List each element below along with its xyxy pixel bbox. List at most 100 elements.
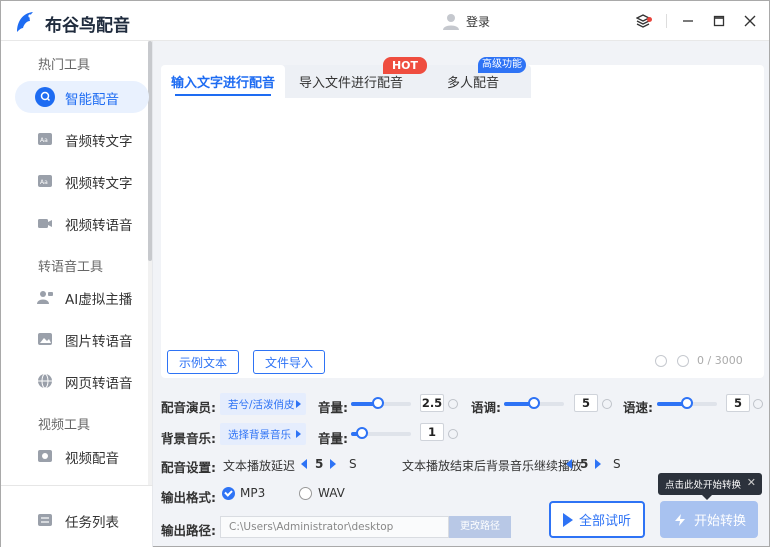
bgm-volume-slider[interactable]: [351, 427, 411, 439]
pitch-label: 语调:: [471, 400, 501, 415]
title-bar: 布谷鸟配音 登录: [1, 1, 769, 41]
pitch-slider[interactable]: [504, 397, 564, 409]
play-icon: [562, 512, 573, 527]
globe-icon: [38, 373, 52, 389]
mp3-radio[interactable]: [222, 487, 235, 500]
tab-input-text[interactable]: 输入文字进行配音: [161, 65, 285, 98]
avatar-host-icon: [37, 291, 53, 304]
clear-text-icon[interactable]: [655, 355, 667, 367]
sidebar-item-label: AI虚拟主播: [65, 292, 133, 308]
speed-value[interactable]: 5: [726, 394, 750, 412]
bgm-volume-value[interactable]: 1: [420, 423, 444, 441]
continue-unit: S: [613, 457, 621, 471]
slider-knob[interactable]: [528, 397, 540, 409]
voice-volume-value[interactable]: 2.5: [420, 394, 444, 412]
sidebar-item-video-to-text[interactable]: Aa 视频转文字: [15, 165, 149, 197]
sidebar-item-label: 网页转语音: [65, 376, 133, 392]
voice-volume-slider[interactable]: [351, 397, 411, 409]
delay-unit: S: [349, 457, 357, 471]
layers-button[interactable]: [633, 11, 653, 31]
hot-badge: HOT: [383, 57, 427, 74]
example-text-button[interactable]: 示例文本: [167, 350, 239, 374]
convert-icon: [674, 513, 685, 526]
section-label-speech-tools: 转语音工具: [38, 260, 104, 275]
sidebar-item-label: 任务列表: [65, 515, 119, 531]
reset-pitch-icon[interactable]: [602, 399, 612, 409]
format-text-icon[interactable]: [677, 355, 689, 367]
sidebar-item-video-dubbing[interactable]: 视频配音: [15, 440, 149, 472]
video-dub-icon: [38, 450, 52, 462]
file-import-button[interactable]: 文件导入: [253, 350, 325, 374]
sidebar-item-web-to-speech[interactable]: 网页转语音: [15, 365, 149, 397]
tooltip-close-icon[interactable]: ✕: [747, 476, 756, 489]
reset-volume-icon[interactable]: [448, 399, 458, 409]
notification-dot: [647, 17, 652, 22]
sidebar-item-smart-dubbing[interactable]: 智能配音: [15, 81, 149, 113]
speed-label: 语速:: [623, 400, 653, 415]
speed-slider[interactable]: [657, 397, 717, 409]
sidebar-item-audio-to-text[interactable]: Aa 音频转文字: [15, 123, 149, 155]
login-button[interactable]: 登录: [442, 12, 490, 30]
voice-actor-value: 若兮/活泼俏皮: [228, 398, 295, 411]
continue-decrease-icon[interactable]: [566, 459, 572, 469]
maximize-icon: [713, 15, 725, 27]
start-convert-button[interactable]: 开始转换: [660, 501, 758, 538]
app-window: 布谷鸟配音 登录 热门工具 智能配音 Aa 音频转文字 Aa 视频转文字 视频转…: [0, 0, 770, 547]
close-button[interactable]: [740, 11, 760, 31]
titlebar-separator: [666, 14, 667, 28]
sidebar-item-label: 视频转文字: [65, 176, 133, 192]
sidebar-divider: [1, 485, 153, 486]
bgm-select[interactable]: 选择背景音乐: [220, 423, 306, 445]
bgm-label: 背景音乐:: [161, 431, 216, 446]
sidebar-item-task-list[interactable]: 任务列表: [15, 504, 149, 536]
continue-increase-icon[interactable]: [595, 459, 601, 469]
delay-label: 文本播放延迟: [223, 459, 296, 473]
caret-right-icon: [296, 400, 301, 408]
caret-right-icon: [296, 430, 301, 438]
slider-knob[interactable]: [355, 427, 368, 439]
voice-actor-select[interactable]: 若兮/活泼俏皮: [220, 393, 306, 415]
mp3-label[interactable]: MP3: [240, 486, 265, 500]
reset-speed-icon[interactable]: [753, 399, 763, 409]
sidebar-item-video-to-speech[interactable]: 视频转语音: [15, 207, 149, 239]
sidebar-item-label: 视频配音: [65, 451, 119, 467]
section-label-video-tools: 视频工具: [38, 418, 91, 433]
voice-actor-label: 配音演员:: [161, 400, 216, 415]
listen-all-label: 全部试听: [578, 514, 631, 529]
bgm-continue-label: 文本播放结束后背景音乐继续播放: [402, 459, 583, 473]
minimize-button[interactable]: [678, 11, 698, 31]
section-label-hot-tools: 热门工具: [38, 58, 91, 73]
wav-radio[interactable]: [299, 487, 312, 500]
listen-all-button[interactable]: 全部试听: [549, 501, 645, 538]
slider-knob[interactable]: [681, 397, 693, 409]
change-path-button[interactable]: 更改路径: [449, 516, 511, 538]
advanced-badge: 高级功能: [478, 57, 526, 73]
sidebar-item-label: 音频转文字: [65, 134, 133, 150]
video-text-icon: Aa: [38, 175, 52, 187]
wav-label[interactable]: WAV: [318, 486, 345, 500]
output-path-input[interactable]: [220, 516, 449, 538]
pitch-value[interactable]: 5: [574, 394, 598, 412]
maximize-button[interactable]: [709, 11, 729, 31]
start-tooltip: 点击此处开始转换 ✕: [658, 473, 762, 500]
delay-value: 5: [315, 457, 324, 471]
sidebar: 热门工具 智能配音 Aa 音频转文字 Aa 视频转文字 视频转语音 转语音工具 …: [1, 41, 153, 547]
sidebar-item-image-to-speech[interactable]: 图片转语音: [15, 323, 149, 355]
svg-text:Aa: Aa: [40, 179, 48, 186]
voice-volume-label: 音量:: [318, 400, 348, 415]
slider-knob[interactable]: [372, 397, 384, 409]
dubbing-text-input[interactable]: [167, 105, 757, 345]
svg-text:Aa: Aa: [40, 137, 48, 144]
delay-decrease-icon[interactable]: [301, 459, 307, 469]
delay-increase-icon[interactable]: [330, 459, 336, 469]
mic-bubble-icon: [35, 87, 55, 107]
reset-bgm-volume-icon[interactable]: [448, 429, 458, 439]
continue-value: 5: [580, 457, 589, 471]
app-title: 布谷鸟配音: [45, 16, 130, 36]
minimize-icon: [683, 20, 693, 22]
dub-settings-label: 配音设置:: [161, 460, 216, 475]
sidebar-item-ai-virtual-host[interactable]: AI虚拟主播: [15, 281, 149, 313]
image-icon: [38, 333, 52, 345]
audio-text-icon: Aa: [38, 133, 52, 145]
list-icon: [38, 514, 52, 526]
